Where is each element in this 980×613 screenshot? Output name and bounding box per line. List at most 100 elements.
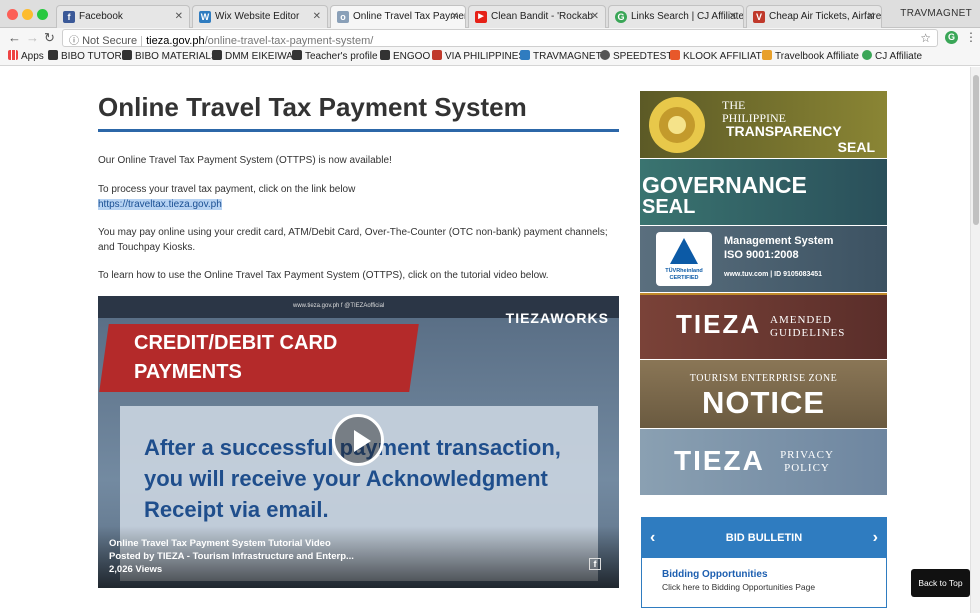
youtube-icon: ▶ bbox=[475, 11, 487, 23]
tutorial-video[interactable]: www.tieza.gov.ph f @TIEZAofficial TIEZAW… bbox=[98, 296, 619, 588]
close-tab-icon[interactable]: ✕ bbox=[867, 11, 875, 22]
page-scrollbar[interactable] bbox=[970, 67, 980, 613]
sidebar-amended-guidelines[interactable]: TIEZA AMENDED GUIDELINES bbox=[640, 293, 887, 359]
bid-item[interactable]: Bidding Opportunities Click here to Bidd… bbox=[642, 558, 886, 592]
bookmark-travelbook-affiliate[interactable]: Travelbook Affiliate bbox=[762, 50, 859, 62]
sidebar-iso-certification[interactable]: TÜVRheinland CERTIFIED Management System… bbox=[640, 226, 887, 292]
bookmark-engoo[interactable]: ENGOO bbox=[380, 50, 430, 62]
cj-affiliate-icon: G bbox=[615, 11, 627, 23]
traveltax-link[interactable]: https://traveltax.tieza.gov.ph bbox=[98, 199, 222, 210]
title-divider bbox=[98, 129, 619, 132]
folder-icon bbox=[380, 50, 390, 60]
menu-icon[interactable]: ⋮ bbox=[965, 30, 977, 44]
iso-line1: Management System bbox=[724, 235, 834, 247]
close-tab-icon[interactable]: ✕ bbox=[729, 11, 737, 22]
tab-label: Cheap Air Tickets, Airfare bbox=[769, 11, 882, 22]
notice-line1: TOURISM ENTERPRISE ZONE bbox=[689, 373, 838, 384]
close-tab-icon[interactable]: ✕ bbox=[591, 11, 599, 22]
bookmark-apps[interactable]: Apps bbox=[8, 50, 44, 62]
video-caption-views: 2,026 Views bbox=[109, 564, 163, 575]
bookmark-speedtest[interactable]: SPEEDTEST bbox=[600, 50, 672, 62]
sidebar-privacy-policy[interactable]: TIEZA PRIVACY POLICY bbox=[640, 429, 887, 495]
privacy-line1: TIEZA bbox=[674, 445, 765, 476]
tab-online-travel-tax[interactable]: o Online Travel Tax Paymen ✕ bbox=[330, 5, 466, 28]
maximize-window-button[interactable] bbox=[37, 9, 48, 20]
klook-icon bbox=[670, 50, 680, 60]
folder-icon bbox=[48, 50, 58, 60]
bookmark-klook-affiliate[interactable]: KLOOK AFFILIATE bbox=[670, 50, 768, 62]
via-icon bbox=[432, 50, 442, 60]
travelbook-icon bbox=[762, 50, 772, 60]
bookmarks-bar: Apps BIBO TUTOR BIBO MATERIALS DMM EIKEI… bbox=[0, 48, 980, 66]
url-path: /online-travel-tax-payment-system/ bbox=[204, 35, 374, 47]
speedtest-icon bbox=[600, 50, 610, 60]
notice-line2: NOTICE bbox=[701, 385, 826, 420]
cj-affiliate-icon bbox=[862, 50, 872, 60]
forward-arrow-icon[interactable]: → bbox=[26, 30, 39, 46]
minimize-window-button[interactable] bbox=[22, 9, 33, 20]
close-tab-icon[interactable]: ✕ bbox=[451, 11, 459, 22]
bookmark-bibo-tutor[interactable]: BIBO TUTOR bbox=[48, 50, 122, 62]
security-label: Not Secure bbox=[82, 35, 138, 47]
wix-icon: W bbox=[199, 11, 211, 23]
bid-item-title[interactable]: Bidding Opportunities bbox=[662, 569, 886, 580]
tutorial-paragraph: To learn how to use the Online Travel Ta… bbox=[98, 270, 549, 281]
info-icon[interactable]: ⓘ bbox=[69, 36, 79, 47]
seal-icon bbox=[649, 97, 705, 153]
profile-name[interactable]: TRAVMAGNET bbox=[900, 8, 972, 19]
amended-line2: AMENDED GUIDELINES bbox=[770, 314, 846, 339]
tab-facebook[interactable]: f Facebook ✕ bbox=[56, 5, 190, 28]
bid-bulletin-widget: ‹ BID BULLETIN › Bidding Opportunities C… bbox=[641, 517, 887, 608]
play-button[interactable] bbox=[332, 414, 384, 466]
apps-grid-icon bbox=[8, 50, 18, 60]
process-text: To process your travel tax payment, clic… bbox=[98, 184, 356, 195]
tab-label: Facebook bbox=[79, 11, 123, 22]
sidebar-transparency-seal[interactable]: THE PHILIPPINE TRANSPARENCY SEAL bbox=[640, 91, 887, 158]
chevron-left-icon[interactable]: ‹ bbox=[650, 518, 655, 558]
chevron-right-icon[interactable]: › bbox=[873, 518, 878, 558]
bookmark-bibo-materials[interactable]: BIBO MATERIALS bbox=[122, 50, 218, 62]
folder-icon bbox=[212, 50, 222, 60]
tab-youtube[interactable]: ▶ Clean Bandit - 'Rockab ✕ bbox=[468, 5, 606, 28]
video-banner-text: CREDIT/DEBIT CARD PAYMENTS bbox=[134, 332, 338, 383]
bookmark-teachers-profile[interactable]: Teacher's profile bbox=[292, 50, 378, 62]
transparency-line1: THE PHILIPPINE bbox=[722, 98, 787, 125]
bookmark-cj-affiliate[interactable]: CJ Affiliate bbox=[862, 50, 922, 62]
sidebar-governance-seal[interactable]: GOVERNANCE SEAL bbox=[640, 159, 887, 225]
reload-icon[interactable]: ↻ bbox=[44, 30, 55, 46]
bookmark-star-icon[interactable]: ☆ bbox=[920, 31, 931, 45]
bid-item-subtitle: Click here to Bidding Opportunities Page bbox=[662, 582, 816, 592]
tab-cheap-air-tickets[interactable]: V Cheap Air Tickets, Airfare ✕ bbox=[746, 5, 882, 28]
back-arrow-icon[interactable]: ← bbox=[8, 30, 21, 46]
close-window-button[interactable] bbox=[7, 9, 18, 20]
tab-wix[interactable]: W Wix Website Editor ✕ bbox=[192, 5, 328, 28]
close-tab-icon[interactable]: ✕ bbox=[175, 11, 183, 22]
bookmark-via-philippines[interactable]: VIA PHILIPPINES bbox=[432, 50, 525, 62]
governance-line2: SEAL bbox=[642, 196, 696, 218]
back-to-top-button[interactable]: Back to Top bbox=[911, 569, 970, 597]
sidebar-tez-notice[interactable]: TOURISM ENTERPRISE ZONE NOTICE bbox=[640, 360, 887, 428]
tab-label: Wix Website Editor bbox=[215, 11, 300, 22]
transparency-line3: SEAL bbox=[837, 139, 875, 155]
extension-icon[interactable]: G bbox=[945, 31, 958, 44]
amended-line1: TIEZA bbox=[676, 309, 762, 339]
tuv-label: TÜVRheinland CERTIFIED bbox=[665, 268, 703, 281]
video-caption: Online Travel Tax Payment System Tutoria… bbox=[98, 526, 619, 588]
video-caption-title: Online Travel Tax Payment System Tutoria… bbox=[109, 538, 331, 549]
bookmark-travmagnet[interactable]: TRAVMAGNET bbox=[520, 50, 602, 62]
address-bar[interactable]: ⓘ Not Secure | tieza.gov.ph/online-trave… bbox=[62, 29, 938, 47]
close-tab-icon[interactable]: ✕ bbox=[313, 11, 321, 22]
tab-label: Clean Bandit - 'Rockab bbox=[491, 11, 593, 22]
privacy-line2: PRIVACY POLICY bbox=[780, 449, 834, 474]
tab-label: Links Search | CJ Affiliate bbox=[631, 11, 744, 22]
transparency-line2: TRANSPARENCY bbox=[726, 123, 842, 139]
facebook-share-icon[interactable]: f bbox=[589, 558, 601, 570]
bookmark-dmm-eikeiwa[interactable]: DMM EIKEIWA bbox=[212, 50, 293, 62]
video-caption-by: Posted by TIEZA - Tourism Infrastructure… bbox=[109, 551, 354, 562]
scrollbar-thumb[interactable] bbox=[973, 75, 979, 225]
page-content: Online Travel Tax Payment System Our Onl… bbox=[0, 67, 970, 613]
tieza-works-logo: TIEZAWORKS bbox=[505, 310, 609, 326]
tuv-triangle-icon bbox=[670, 238, 698, 264]
tab-cj-affiliate[interactable]: G Links Search | CJ Affiliate ✕ bbox=[608, 5, 744, 28]
url-domain: tieza.gov.ph bbox=[146, 35, 205, 47]
